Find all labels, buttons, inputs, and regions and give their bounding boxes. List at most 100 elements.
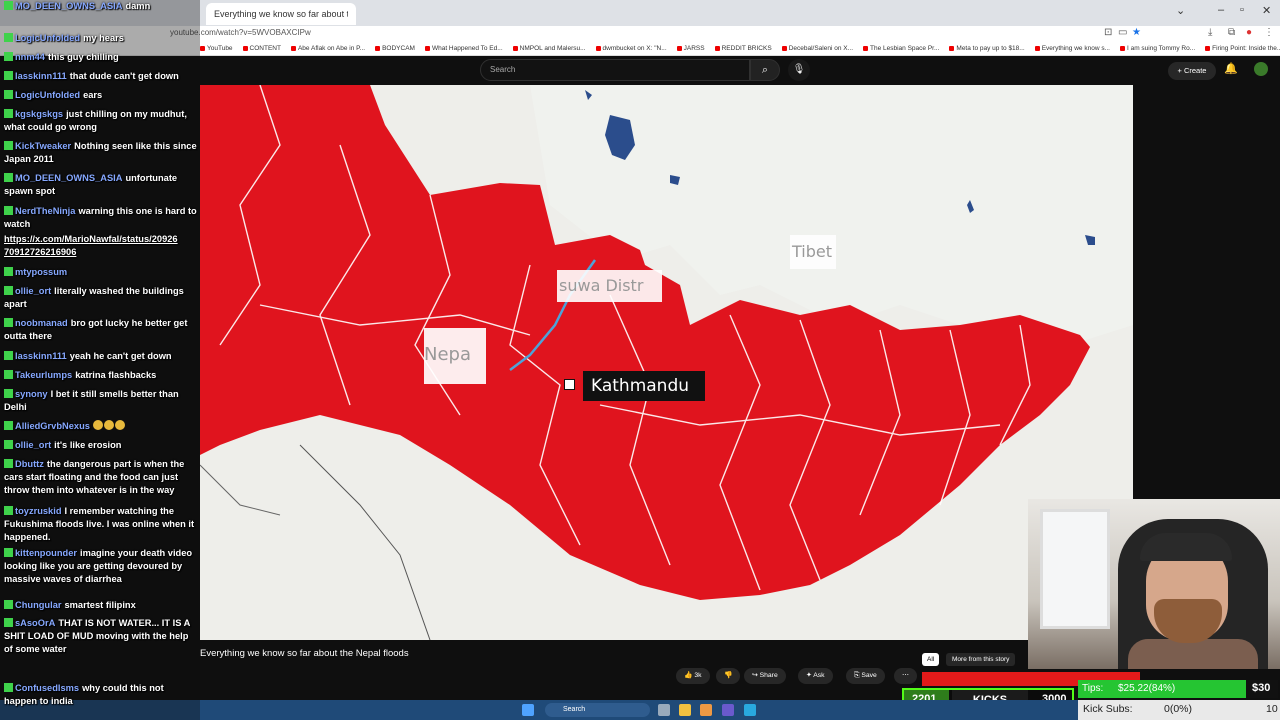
chat-username[interactable]: Dbuttz: [15, 459, 44, 469]
share-button[interactable]: ↪ Share: [744, 668, 786, 684]
install-icon[interactable]: ⊡: [1104, 27, 1112, 38]
bookmark-item[interactable]: Meta to pay up to $18...: [949, 45, 1025, 52]
thumbs-down-icon: 👎: [724, 672, 733, 679]
chat-message: nnm44 this guy chilling: [4, 51, 197, 64]
kick-badge-icon: [4, 548, 13, 557]
start-icon[interactable]: [522, 704, 534, 716]
chat-username[interactable]: KickTweaker: [15, 141, 71, 151]
bookmark-star-icon[interactable]: ★: [1132, 27, 1141, 38]
chat-username[interactable]: kgskgskgs: [15, 109, 63, 119]
bookmark-item[interactable]: REDDIT BRICKS: [714, 45, 772, 52]
create-button[interactable]: + Create: [1168, 62, 1216, 80]
telegram-icon[interactable]: [744, 704, 756, 716]
chat-text: smartest filipinx: [64, 600, 136, 610]
cast-icon[interactable]: ▭: [1118, 27, 1127, 38]
chat-username[interactable]: synony: [15, 389, 48, 399]
save-button[interactable]: ⎘ Save: [846, 668, 885, 684]
bookmark-item[interactable]: Decebal/Saleni on X...: [781, 45, 853, 52]
taskbar-search[interactable]: Search: [545, 703, 650, 717]
chat-message: lasskinn111 that dude can't get down: [4, 70, 197, 83]
bookmark-item[interactable]: I am suing Tommy Ro...: [1119, 45, 1195, 52]
bookmark-item[interactable]: Everything we know s...: [1034, 45, 1110, 52]
chat-username[interactable]: ollie_ort: [15, 286, 51, 296]
chat-text[interactable]: https://x.com/MarioNawfal/status/20926 7…: [4, 234, 178, 257]
bookmark-label: YouTube: [207, 45, 233, 52]
chat-username[interactable]: AlliedGrvbNexus: [15, 421, 90, 431]
chat-message: ConfusedIsms why could this not happen to…: [4, 682, 197, 708]
map-label-capital: Kathmandu: [583, 371, 705, 401]
notifications-bell-icon[interactable]: 🔔: [1224, 62, 1238, 75]
bookmark-item[interactable]: JARSS: [676, 45, 705, 52]
chat-username[interactable]: LogicUnfolded: [15, 33, 80, 43]
create-label: Create: [1183, 66, 1207, 75]
chat-username[interactable]: noobmanad: [15, 318, 68, 328]
chat-username[interactable]: Takeurlumps: [15, 370, 72, 380]
bookmark-item[interactable]: YouTube: [200, 45, 233, 52]
bookmark-favicon-icon: [424, 46, 430, 51]
tab-list-icon[interactable]: ⌄: [1176, 4, 1185, 17]
chat-username[interactable]: kittenpounder: [15, 548, 77, 558]
chat-username[interactable]: NerdTheNinja: [15, 206, 75, 216]
ask-button[interactable]: ✦ Ask: [798, 668, 833, 684]
bookmark-label: BODYCAM: [382, 45, 415, 52]
profile-icon[interactable]: ●: [1246, 27, 1252, 38]
bookmark-favicon-icon: [1119, 46, 1125, 51]
kick-badge-icon: [4, 459, 13, 468]
search-button[interactable]: ⌕: [750, 59, 780, 81]
search-input[interactable]: Search: [480, 59, 750, 81]
bookmark-label: dwmbucket on X: "N...: [602, 45, 667, 52]
chat-username[interactable]: MO_DEEN_OWNS_ASIA: [15, 173, 122, 183]
bookmark-icon: ⎘: [854, 672, 860, 679]
bookmark-item[interactable]: dwmbucket on X: "N...: [595, 45, 667, 52]
chat-text: ears: [83, 90, 103, 100]
chip-all[interactable]: All: [922, 653, 940, 666]
chat-username[interactable]: ConfusedIsms: [15, 683, 79, 693]
mic-button[interactable]: 🎙: [788, 59, 810, 81]
bookmark-item[interactable]: NMPOL and Malersu...: [512, 45, 586, 52]
bookmark-label: Abe Aflak on Abe in P...: [297, 45, 366, 52]
chat-username[interactable]: lasskinn111: [15, 71, 67, 81]
close-window-icon[interactable]: ✕: [1262, 4, 1271, 17]
minimize-icon[interactable]: –: [1218, 4, 1224, 16]
chat-username[interactable]: ollie_ort: [15, 440, 51, 450]
chat-username[interactable]: toyzruskid: [15, 506, 62, 516]
bookmark-favicon-icon: [595, 46, 601, 51]
chat-username[interactable]: MO_DEEN_OWNS_ASIA: [15, 1, 122, 11]
chat-text: that dude can't get down: [69, 71, 179, 81]
avatar[interactable]: [1254, 62, 1268, 76]
bookmark-item[interactable]: What Happened To Ed...: [424, 45, 503, 52]
chat-username[interactable]: mtypossum: [15, 267, 67, 277]
chat-username[interactable]: nnm44: [15, 52, 45, 62]
chat-username[interactable]: LogicUnfolded: [15, 90, 80, 100]
discord-icon[interactable]: [722, 704, 734, 716]
bookmark-favicon-icon: [949, 46, 955, 51]
chat-message: Chungular smartest filipinx: [4, 599, 197, 612]
chat-username[interactable]: sAsoOrA: [15, 618, 55, 628]
dislike-button[interactable]: 👎: [716, 668, 741, 684]
kick-badge-icon: [4, 318, 13, 327]
save-label: Save: [861, 672, 877, 679]
task-view-icon[interactable]: [658, 704, 670, 716]
bookmark-item[interactable]: Abe Aflak on Abe in P...: [290, 45, 366, 52]
webcam-shirt: [1128, 639, 1258, 669]
chat-username[interactable]: lasskinn111: [15, 351, 67, 361]
bookmark-item[interactable]: BODYCAM: [375, 45, 415, 52]
live-chat-overlay: MO_DEEN_OWNS_ASIA damn LogicUnfolded my hea…: [0, 0, 200, 720]
webcam-window: [1040, 509, 1110, 629]
browser-tab[interactable]: Everything we know so far about the Nepa…: [206, 3, 356, 25]
maximize-icon[interactable]: ▫: [1240, 4, 1244, 16]
chat-text: this guy chilling: [47, 52, 119, 62]
more-actions-button[interactable]: ⋯: [894, 668, 917, 684]
chat-username[interactable]: Chungular: [15, 600, 61, 610]
bookmark-item[interactable]: The Lesbian Space Pr...: [863, 45, 939, 52]
chip-more-from-story[interactable]: More from this story: [946, 653, 1016, 666]
like-button[interactable]: 👍 3k: [676, 668, 710, 684]
menu-icon[interactable]: ⋮: [1264, 27, 1274, 38]
extensions-icon[interactable]: ⧉: [1228, 27, 1235, 38]
download-icon[interactable]: ⤓: [1208, 27, 1212, 38]
bookmark-item[interactable]: CONTENT: [242, 45, 281, 52]
bookmark-item[interactable]: Firing Point: Inside the...: [1205, 45, 1280, 52]
chrome-icon[interactable]: [700, 704, 712, 716]
video-player[interactable]: Tibet suwa Distr Nepa Kathmandu: [200, 85, 1133, 640]
file-explorer-icon[interactable]: [679, 704, 691, 716]
